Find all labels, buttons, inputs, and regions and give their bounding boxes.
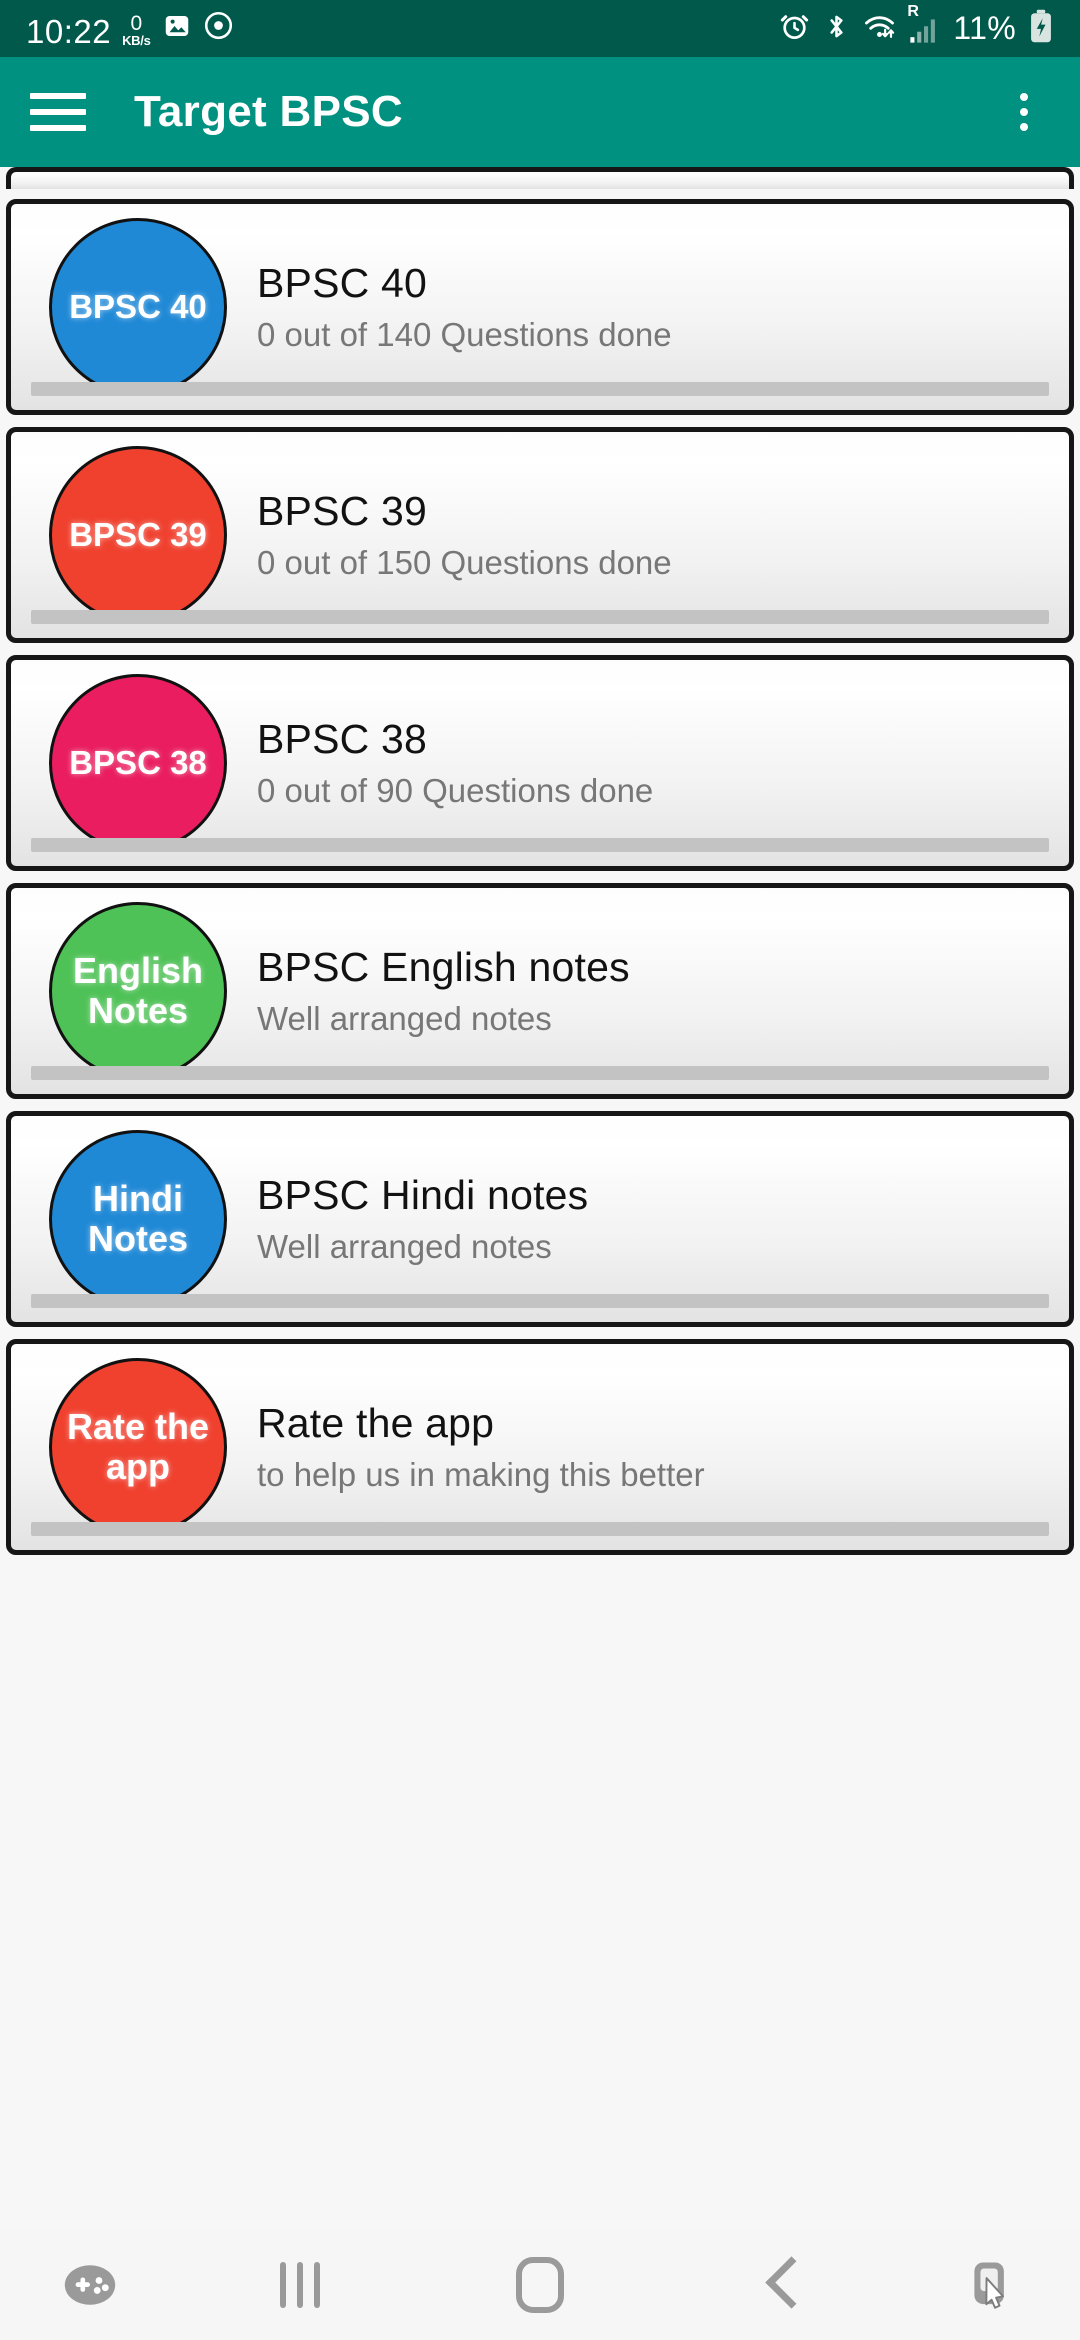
- kebab-menu-icon[interactable]: [998, 86, 1050, 138]
- item-badge-label: app: [105, 1446, 170, 1487]
- list-item[interactable]: Hindi Notes BPSC Hindi notes Well arrang…: [6, 1111, 1074, 1327]
- network-speed-indicator: 0 KB/s: [122, 11, 151, 48]
- recents-bar: [280, 2262, 286, 2308]
- item-badge-label: BPSC 38: [69, 743, 207, 781]
- page-title: Target BPSC: [134, 87, 403, 136]
- item-badge: BPSC 39: [49, 446, 227, 624]
- battery-charging-icon: [1028, 9, 1054, 48]
- item-progress-bar: [31, 1522, 1049, 1536]
- back-icon[interactable]: [660, 2259, 900, 2311]
- recents-bars: [280, 2262, 320, 2308]
- hamburger-line: [30, 125, 86, 131]
- item-badge-label: BPSC 39: [69, 515, 207, 553]
- item-badge-label: Notes: [87, 990, 189, 1031]
- item-progress-bar: [31, 1066, 1049, 1080]
- list-item[interactable]: Rate the app Rate the app to help us in …: [6, 1339, 1074, 1555]
- item-title: BPSC English notes: [257, 943, 630, 990]
- item-progress-bar: [31, 610, 1049, 624]
- item-progress-bar: [31, 838, 1049, 852]
- system-navigation-bar: [0, 2230, 1080, 2340]
- item-badge: Rate the app: [49, 1358, 227, 1536]
- recents-bar: [297, 2262, 303, 2308]
- item-badge-label: Hindi: [93, 1177, 183, 1219]
- battery-percent-label: 11%: [953, 10, 1016, 46]
- item-title: BPSC 38: [257, 715, 428, 762]
- course-list[interactable]: BPSC 40 BPSC 40 0 out of 140 Questions d…: [0, 167, 1080, 2230]
- game-launcher-icon[interactable]: [0, 2261, 180, 2309]
- item-subtitle: Well arranged notes: [257, 1000, 552, 1038]
- network-speed-value: 0: [130, 11, 143, 35]
- photo-icon: [162, 11, 192, 46]
- item-subtitle: 0 out of 150 Questions done: [257, 544, 672, 582]
- roaming-label: R: [907, 2, 919, 20]
- item-badge: Hindi Notes: [49, 1130, 227, 1308]
- screen-record-icon: [203, 10, 234, 46]
- item-badge-label: Rate the: [66, 1405, 210, 1447]
- item-badge-label: Notes: [87, 1218, 189, 1259]
- status-bar-left: 10:22 0 KB/s: [26, 10, 234, 48]
- status-time: 10:22: [26, 12, 112, 50]
- item-subtitle: 0 out of 90 Questions done: [257, 772, 654, 810]
- item-texts: Rate the app to help us in making this b…: [257, 1399, 705, 1495]
- item-title: Rate the app: [257, 1399, 495, 1446]
- list-item[interactable]: BPSC 38 BPSC 38 0 out of 90 Questions do…: [6, 655, 1074, 871]
- list-item[interactable]: BPSC 39 BPSC 39 0 out of 150 Questions d…: [6, 427, 1074, 643]
- hamburger-icon[interactable]: [30, 91, 86, 133]
- recents-icon[interactable]: [180, 2262, 420, 2308]
- item-texts: BPSC 40 0 out of 140 Questions done: [257, 259, 672, 355]
- item-badge: BPSC 40: [49, 218, 227, 396]
- item-texts: BPSC 39 0 out of 150 Questions done: [257, 487, 672, 583]
- list-item-partial[interactable]: [6, 167, 1074, 189]
- kebab-dot: [1020, 123, 1028, 131]
- hamburger-line: [30, 93, 86, 99]
- screen-pointer-icon[interactable]: [900, 2259, 1080, 2311]
- list-item[interactable]: English Notes BPSC English notes Well ar…: [6, 883, 1074, 1099]
- list-item[interactable]: BPSC 40 BPSC 40 0 out of 140 Questions d…: [6, 199, 1074, 415]
- status-bar: 10:22 0 KB/s R 11%: [0, 0, 1080, 57]
- kebab-dot: [1020, 93, 1028, 101]
- item-texts: BPSC Hindi notes Well arranged notes: [257, 1171, 588, 1267]
- item-badge-label: BPSC 40: [69, 287, 207, 325]
- item-subtitle: 0 out of 140 Questions done: [257, 316, 672, 354]
- item-title: BPSC 40: [257, 259, 428, 306]
- wifi-icon: [863, 11, 897, 47]
- alarm-icon: [779, 11, 810, 47]
- app-bar: Target BPSC: [0, 57, 1080, 167]
- recents-bar: [314, 2262, 320, 2308]
- item-texts: BPSC 38 0 out of 90 Questions done: [257, 715, 653, 811]
- item-title: BPSC 39: [257, 487, 428, 534]
- item-badge-label: English: [72, 949, 203, 991]
- network-speed-unit: KB/s: [122, 32, 151, 48]
- item-progress-bar: [31, 382, 1049, 396]
- status-bar-right: R 11%: [779, 3, 1054, 48]
- home-square: [516, 2257, 564, 2313]
- hamburger-line: [30, 109, 86, 115]
- bluetooth-icon: [822, 12, 851, 46]
- item-subtitle: Well arranged notes: [257, 1228, 552, 1266]
- roaming-signal-icon: R: [907, 3, 939, 44]
- item-texts: BPSC English notes Well arranged notes: [257, 943, 630, 1039]
- kebab-dot: [1020, 108, 1028, 116]
- back-chevron: [765, 2259, 795, 2311]
- item-progress-bar: [31, 1294, 1049, 1308]
- item-badge: English Notes: [49, 902, 227, 1080]
- item-title: BPSC Hindi notes: [257, 1171, 589, 1218]
- item-badge: BPSC 38: [49, 674, 227, 852]
- item-subtitle: to help us in making this better: [257, 1456, 705, 1494]
- home-icon[interactable]: [420, 2257, 660, 2313]
